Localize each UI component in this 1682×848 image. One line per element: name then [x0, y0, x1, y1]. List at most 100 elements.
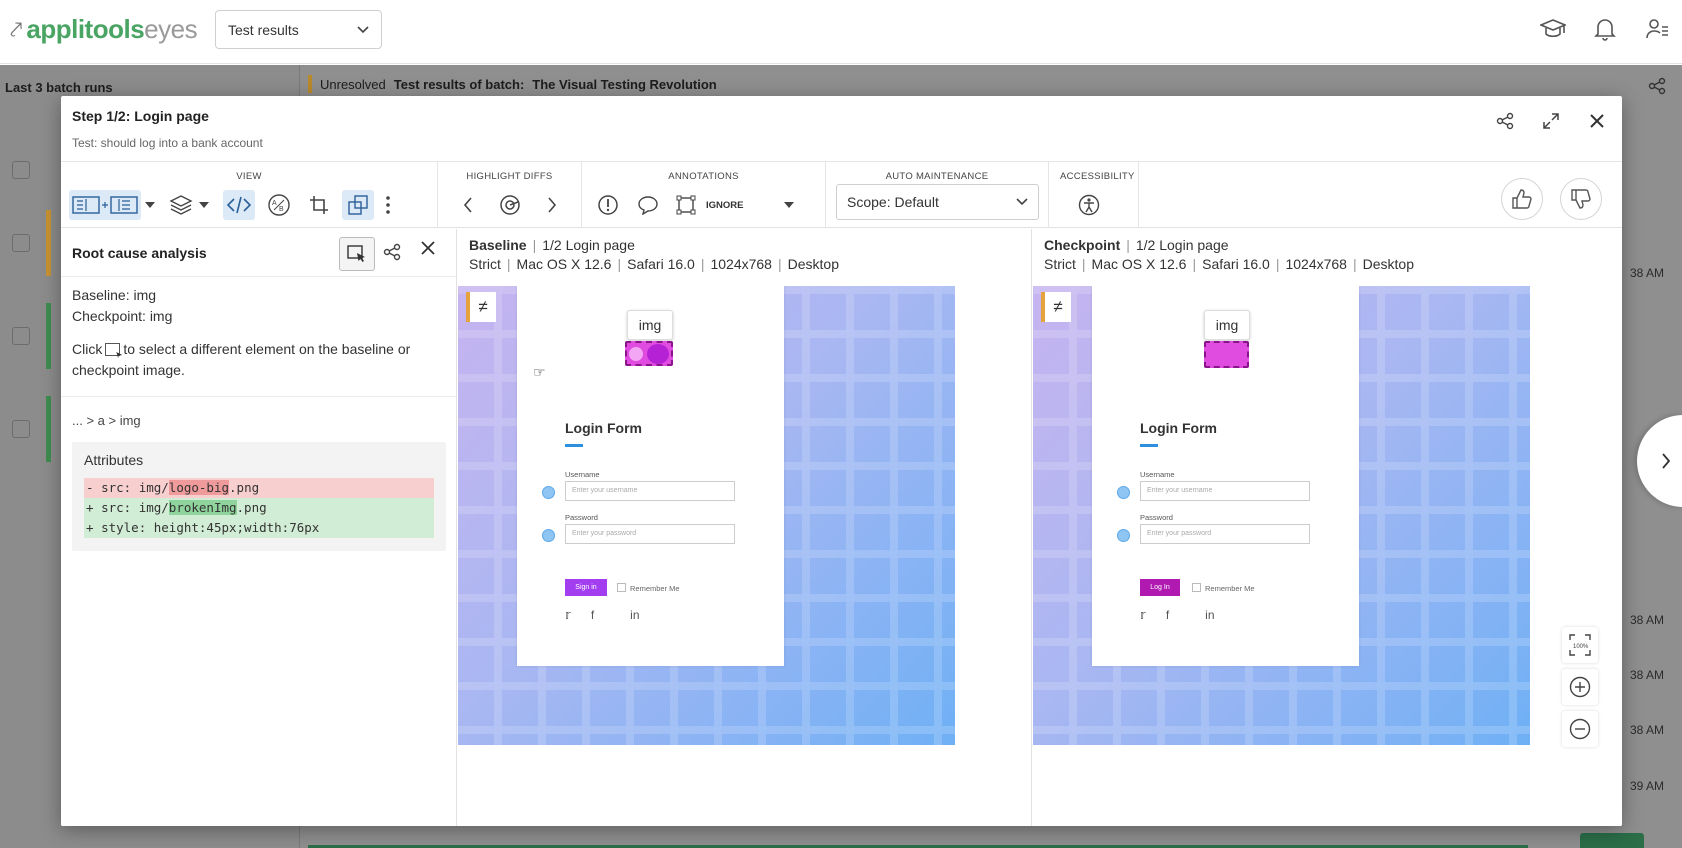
checkpoint-logo-image[interactable] [1204, 341, 1249, 368]
highlight-target-icon[interactable] [494, 190, 526, 220]
username-input[interactable]: Enter your username [1140, 481, 1310, 501]
highlight-diffs-title: HIGHLIGHT DIFFS [466, 171, 553, 182]
logo-mark-icon: ⤤ [10, 16, 23, 42]
baseline-element: Baseline: img [72, 287, 157, 303]
select-element-button[interactable] [339, 237, 375, 271]
ignore-region-icon[interactable] [670, 190, 702, 220]
accessibility-icon[interactable] [1073, 190, 1105, 220]
caret-down-icon[interactable] [141, 190, 159, 220]
linkedin-icon[interactable]: in [630, 608, 639, 622]
chevron-right-icon [1662, 453, 1671, 469]
thumbs-down-button[interactable] [1560, 178, 1602, 220]
match-level: Strict [1044, 256, 1076, 272]
share-icon[interactable] [1648, 77, 1666, 95]
password-input[interactable]: Enter your password [1140, 524, 1310, 544]
diff-text: src: img/ [101, 480, 169, 495]
bell-icon[interactable] [1592, 16, 1618, 42]
baseline-image[interactable]: ≠ img Login Form Username Enter your use… [458, 286, 955, 745]
twitter-icon[interactable]: 𝕣 [1140, 608, 1146, 622]
more-icon[interactable] [379, 190, 397, 220]
element-tooltip: img [627, 310, 673, 340]
not-equal-icon[interactable]: ≠ [1041, 292, 1071, 322]
facebook-icon[interactable]: f [591, 608, 594, 622]
diff-highlight: brokenImg [168, 500, 237, 515]
device: Desktop [787, 256, 839, 272]
linkedin-icon[interactable]: in [1205, 608, 1214, 622]
zoom-fit-label: 100% [1573, 644, 1589, 650]
issue-icon[interactable] [592, 190, 624, 220]
not-equal-icon[interactable]: ≠ [466, 292, 496, 322]
diff-sign: + [86, 500, 94, 515]
layers-icon[interactable] [165, 190, 197, 220]
checkpoint-image[interactable]: ≠ img Login Form Username Enter your use… [1033, 286, 1530, 745]
close-icon[interactable] [421, 241, 435, 255]
scope-select[interactable]: Scope: Default [836, 184, 1039, 220]
title-underline [565, 444, 583, 447]
dom-breadcrumb[interactable]: ... > a > img [72, 413, 141, 428]
username-label: Username [565, 470, 600, 479]
zoom-in-button[interactable] [1562, 669, 1598, 705]
sign-in-button[interactable]: Sign in [565, 579, 607, 596]
user-settings-icon[interactable] [1644, 16, 1670, 42]
baseline-logo-image[interactable] [625, 341, 673, 366]
diff-sign: - [86, 480, 94, 495]
page-selector[interactable]: Test results [215, 10, 382, 49]
diff-highlight: logo-big [168, 480, 230, 495]
bottom-action-button[interactable] [1580, 833, 1644, 848]
batch-checkbox[interactable] [12, 327, 30, 345]
share-icon[interactable] [1494, 110, 1516, 132]
crop-icon[interactable] [303, 190, 335, 220]
login-form-title: Login Form [1140, 420, 1217, 436]
batch-checkbox[interactable] [12, 420, 30, 438]
match-level: Strict [469, 256, 501, 272]
batch-status-strip [46, 396, 51, 462]
zoom-out-button[interactable] [1562, 711, 1598, 747]
comment-icon[interactable] [632, 190, 664, 220]
batch-prefix: Test results of batch: [393, 76, 525, 92]
password-input[interactable]: Enter your password [565, 524, 735, 544]
run-time: 38 AM [1630, 668, 1665, 682]
diff-line-added: + style: height:45px;width:76px [84, 518, 434, 538]
element-picker-icon [105, 343, 121, 356]
batch-checkbox[interactable] [12, 234, 30, 252]
username-input[interactable]: Enter your username [565, 481, 735, 501]
root-cause-icon[interactable] [342, 190, 374, 220]
side-by-side-view-icon[interactable] [69, 190, 141, 220]
user-icon [542, 486, 555, 499]
divider [61, 396, 456, 397]
remember-me-checkbox[interactable]: Remember Me [1192, 583, 1255, 593]
close-icon[interactable] [1586, 110, 1608, 132]
ignore-label[interactable]: IGNORE [706, 200, 743, 211]
caret-down-icon[interactable] [780, 190, 798, 220]
graduation-cap-icon[interactable] [1540, 16, 1566, 42]
facebook-icon[interactable]: f [1166, 608, 1169, 622]
previous-diff-icon[interactable] [452, 190, 484, 220]
twitter-icon[interactable]: 𝕣 [565, 608, 571, 622]
os: Mac OS X 12.6 [1091, 256, 1187, 272]
next-diff-icon[interactable] [536, 190, 568, 220]
expand-icon[interactable] [1540, 110, 1562, 132]
log-in-button[interactable]: Log In [1140, 579, 1180, 596]
zoom-in-icon [1569, 676, 1591, 698]
caret-down-icon[interactable] [196, 190, 212, 220]
batch-checkbox[interactable] [12, 161, 30, 179]
fit-to-screen-button[interactable]: 100% [1562, 627, 1598, 663]
remember-me-checkbox[interactable]: Remember Me [617, 583, 680, 593]
auto-maintenance-group: AUTO MAINTENANCE Scope: Default [826, 162, 1049, 228]
app-logo[interactable]: ⤤ applitools eyes [10, 14, 198, 45]
element-picker-icon [347, 245, 365, 262]
code-view-icon[interactable] [223, 190, 255, 220]
batch-name: The Visual Testing Revolution [532, 76, 717, 92]
page-selector-value: Test results [228, 21, 299, 38]
thumbs-up-button[interactable] [1501, 178, 1543, 220]
lock-icon [1117, 529, 1130, 542]
thumbs-down-icon [1571, 189, 1591, 209]
ab-compare-icon[interactable]: AB [263, 190, 295, 220]
checkpoint-step: 1/2 Login page [1135, 237, 1229, 253]
checkpoint-element: Checkpoint: img [72, 308, 173, 324]
diff-text: .png [229, 480, 260, 495]
password-label: Password [1140, 513, 1173, 522]
share-icon[interactable] [383, 243, 401, 261]
view-group-title: VIEW [236, 171, 262, 182]
batch-runs-title: Last 3 batch runs [5, 80, 113, 95]
